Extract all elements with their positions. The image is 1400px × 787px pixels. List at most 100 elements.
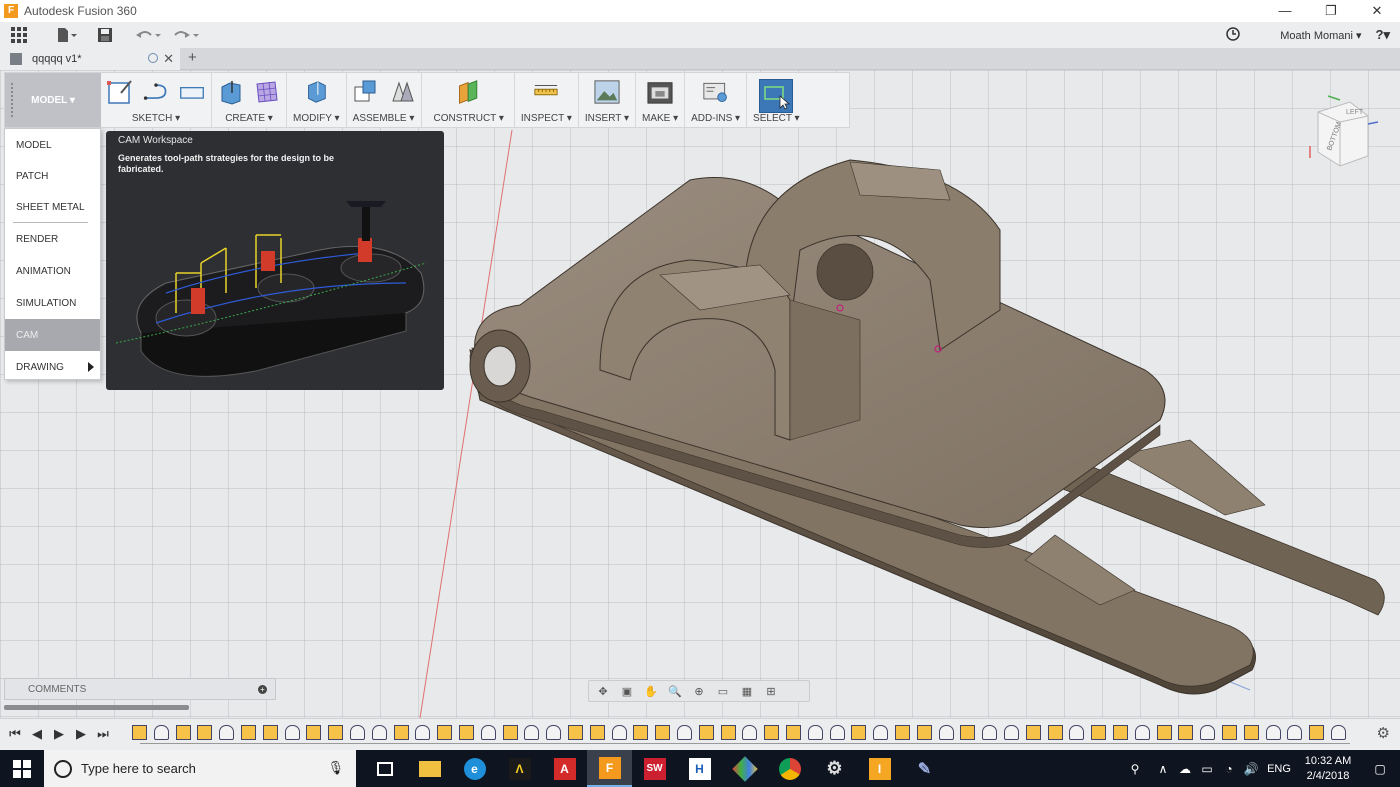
taskbar-search[interactable]: Type here to search 🎙 (44, 750, 356, 787)
ribbon-handle[interactable] (11, 83, 14, 117)
language-indicator[interactable]: ENG (1262, 763, 1296, 775)
volume-icon[interactable]: 🔊 (1240, 762, 1262, 776)
modify-group[interactable]: MODIFY ▾ (287, 73, 347, 127)
timeline-feature-icon[interactable] (1200, 725, 1216, 740)
timeline-feature-icon[interactable] (568, 725, 583, 740)
timeline-feature-icon[interactable] (524, 725, 540, 740)
timeline-feature-icon[interactable] (655, 725, 671, 740)
comments-panel[interactable]: COMMENTS + (4, 678, 276, 700)
form-icon[interactable] (254, 79, 280, 105)
acrobat-icon[interactable]: A (542, 750, 587, 787)
menu-item-cam[interactable]: CAM (5, 319, 100, 351)
new-tab-button[interactable]: + (188, 49, 197, 66)
horizontal-scrollbar[interactable] (4, 705, 189, 710)
fit-icon[interactable]: ⊕ (689, 683, 709, 699)
play-icon[interactable]: ▶ (52, 726, 66, 742)
timeline-feature-icon[interactable] (459, 725, 474, 740)
timeline-feature-icon[interactable] (1047, 725, 1063, 740)
offset-plane-icon[interactable] (456, 79, 482, 105)
menu-item-patch[interactable]: PATCH (5, 161, 100, 192)
user-account-menu[interactable]: Moath Momani ▾ (1280, 29, 1361, 42)
colorful-app-icon[interactable] (722, 750, 767, 787)
document-tab[interactable]: qqqqq v1* ✕ (0, 48, 180, 70)
action-center-icon[interactable]: ▢ (1360, 762, 1400, 776)
timeline-feature-icon[interactable] (175, 725, 191, 740)
timeline-feature-icon[interactable] (1265, 725, 1281, 740)
insert-group[interactable]: INSERT ▾ (579, 73, 636, 127)
timeline-feature-icon[interactable] (1287, 725, 1303, 740)
construct-group[interactable]: CONSTRUCT ▾ (422, 73, 515, 127)
help-icon[interactable]: ?▾ (1376, 27, 1390, 43)
timeline-feature-icon[interactable] (241, 725, 256, 740)
menu-item-sheet-metal[interactable]: SHEET METAL (5, 192, 100, 222)
timeline-feature-icon[interactable] (742, 725, 758, 740)
joint-icon[interactable] (389, 79, 415, 105)
timeline-feature-icon[interactable] (873, 725, 889, 740)
timeline-feature-icon[interactable] (982, 725, 998, 740)
timeline-feature-icon[interactable] (851, 725, 867, 740)
file-explorer-icon[interactable] (407, 750, 452, 787)
zoom-icon[interactable]: 🔍 (665, 683, 685, 699)
settings-gear-app-icon[interactable]: ⚙ (812, 750, 857, 787)
timeline-feature-icon[interactable] (1243, 725, 1259, 740)
workspace-switcher[interactable]: MODEL ▾ (5, 73, 101, 127)
save-icon[interactable] (94, 25, 116, 45)
job-status-icon[interactable] (1226, 26, 1240, 44)
timeline-feature-icon[interactable] (1222, 725, 1237, 740)
timeline-feature-icon[interactable] (698, 725, 714, 740)
timeline-feature-icon[interactable] (589, 725, 605, 740)
timeline-feature-icon[interactable] (284, 725, 300, 740)
arduino-icon[interactable]: Λ (497, 750, 542, 787)
look-at-icon[interactable]: ▣ (617, 683, 637, 699)
close-window-button[interactable]: ✕ (1354, 0, 1400, 22)
menu-item-drawing[interactable]: DRAWING (5, 351, 100, 383)
timeline-feature-icon[interactable] (1156, 725, 1172, 740)
bluetooth-app-icon[interactable]: H (677, 750, 722, 787)
microphone-icon[interactable]: 🎙 (327, 760, 344, 776)
timeline-track[interactable] (132, 722, 1352, 746)
timeline-settings-icon[interactable]: ⚙ (1377, 724, 1390, 742)
timeline-feature-icon[interactable] (960, 725, 976, 740)
timeline-feature-icon[interactable] (371, 725, 387, 740)
onedrive-icon[interactable]: ☁ (1174, 762, 1196, 776)
timeline-feature-icon[interactable] (916, 725, 932, 740)
timeline-feature-icon[interactable] (1331, 725, 1346, 740)
timeline-feature-icon[interactable] (197, 725, 213, 740)
timeline-feature-icon[interactable] (807, 725, 823, 740)
timeline-feature-icon[interactable] (393, 725, 409, 740)
pan-icon[interactable]: ✋ (641, 683, 661, 699)
step-back-icon[interactable]: ◀ (30, 726, 44, 742)
menu-item-simulation[interactable]: SIMULATION (5, 287, 100, 319)
step-forward-icon[interactable]: ▶ (74, 726, 88, 742)
restore-button[interactable]: ❐ (1308, 0, 1354, 22)
3d-print-icon[interactable] (647, 79, 673, 105)
go-to-end-icon[interactable]: ⏭ (96, 726, 110, 742)
clock[interactable]: 10:32 AM 2/4/2018 (1296, 754, 1360, 784)
timeline-feature-icon[interactable] (1025, 725, 1041, 740)
timeline-feature-icon[interactable] (938, 725, 954, 740)
timeline-feature-icon[interactable] (786, 725, 801, 740)
viewports-icon[interactable]: ⊞ (761, 683, 781, 699)
timeline-feature-icon[interactable] (546, 725, 562, 740)
timeline-feature-icon[interactable] (132, 725, 147, 740)
timeline-feature-icon[interactable] (1113, 725, 1128, 740)
timeline-feature-icon[interactable] (1004, 725, 1019, 740)
undo-icon[interactable] (134, 25, 162, 45)
app-grid-icon[interactable] (8, 25, 30, 45)
grid-settings-icon[interactable]: ▦ (737, 683, 757, 699)
timeline-feature-icon[interactable] (415, 725, 431, 740)
create-group[interactable]: CREATE ▾ (212, 73, 287, 127)
timeline-feature-icon[interactable] (219, 725, 235, 740)
select-icon[interactable] (759, 79, 794, 113)
timeline-feature-icon[interactable] (1134, 725, 1150, 740)
timeline-feature-icon[interactable] (1309, 725, 1325, 740)
orbit-icon[interactable]: ✥ (593, 683, 613, 699)
timeline-feature-icon[interactable] (306, 725, 322, 740)
people-icon[interactable]: ⚲ (1118, 762, 1152, 776)
solidworks-icon[interactable]: SW (632, 750, 677, 787)
go-to-start-icon[interactable]: ⏮ (8, 726, 22, 742)
redo-icon[interactable] (172, 25, 200, 45)
timeline-feature-icon[interactable] (677, 725, 692, 740)
timeline-feature-icon[interactable] (764, 725, 780, 740)
inspect-group[interactable]: INSPECT ▾ (515, 73, 579, 127)
